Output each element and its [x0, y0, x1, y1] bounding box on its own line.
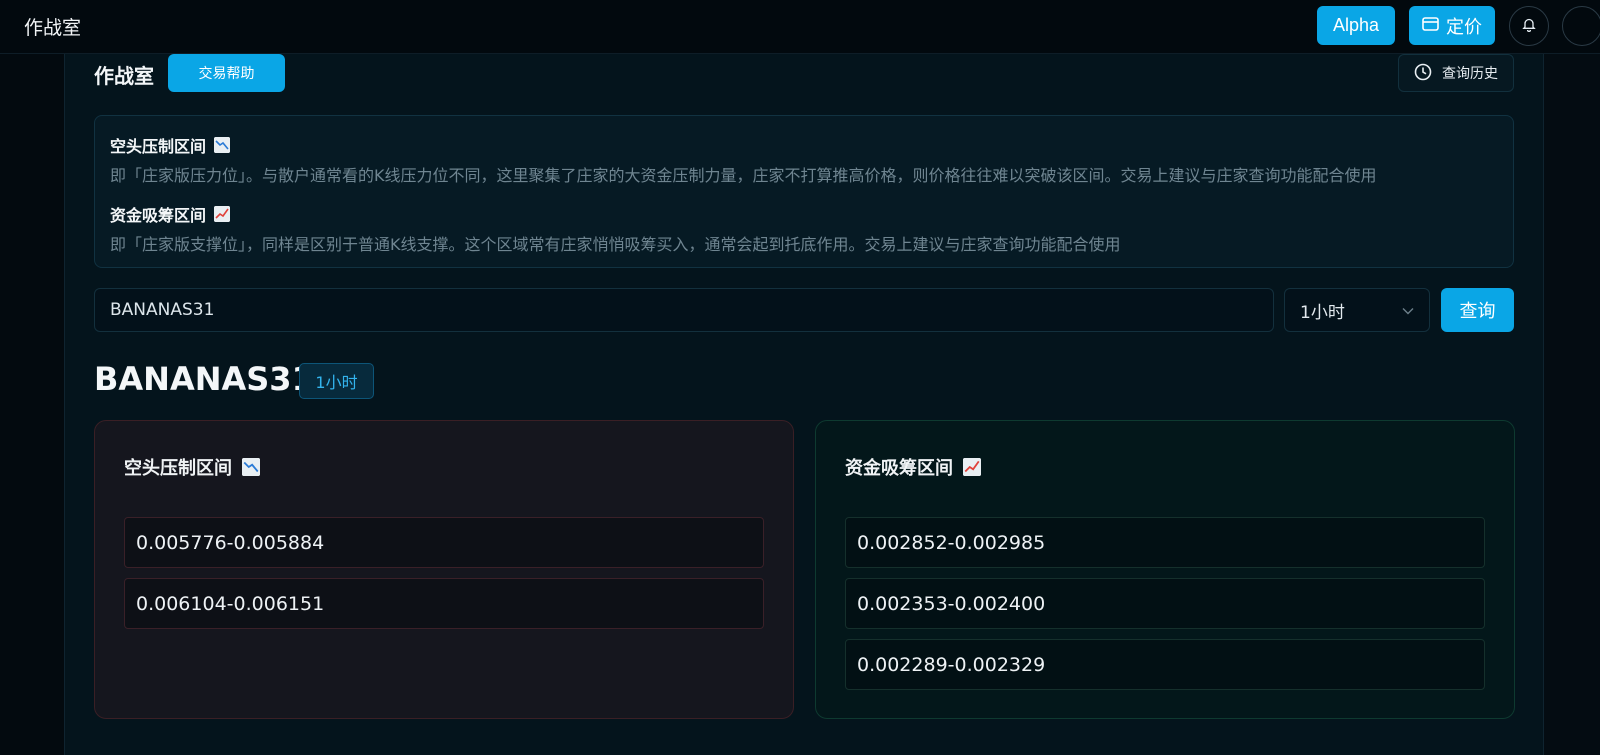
notification-button[interactable]: [1509, 6, 1549, 46]
chevron-down-icon: [1402, 300, 1414, 320]
trading-help-label: 交易帮助: [198, 65, 255, 81]
card-icon: [1422, 15, 1439, 36]
left-gutter: [0, 54, 64, 755]
short-zone-heading: 空头压制区间: [110, 133, 231, 157]
long-zone-heading: 资金吸筹区间: [110, 202, 231, 226]
long-range-row: 0.002852-0.002985: [845, 517, 1485, 568]
short-pressure-card: 空头压制区间 0.005776-0.005884 0.006104-0.0061…: [94, 420, 794, 719]
long-card-title-text: 资金吸筹区间: [845, 458, 953, 479]
pricing-button-label: 定价: [1446, 16, 1482, 37]
timeframe-badge: 1小时: [299, 363, 374, 399]
alpha-button[interactable]: Alpha: [1317, 6, 1395, 45]
top-bar: 作战室 Alpha 定价: [0, 0, 1600, 54]
query-history-button[interactable]: 查询历史: [1398, 54, 1514, 92]
info-box: 空头压制区间 即「庄家版压力位」。与散户通常看的K线压力位不同，这里聚集了庄家的…: [94, 115, 1514, 268]
pricing-button[interactable]: 定价: [1409, 6, 1495, 45]
short-zone-description: 即「庄家版压力位」。与散户通常看的K线压力位不同，这里聚集了庄家的大资金压制力量…: [110, 166, 1377, 185]
clock-icon: [1414, 63, 1432, 84]
long-range-row: 0.002289-0.002329: [845, 639, 1485, 690]
long-card-title: 资金吸筹区间: [845, 454, 981, 480]
bell-icon: [1522, 17, 1536, 36]
app-title: 作战室: [24, 17, 82, 39]
long-zone-description: 即「庄家版支撑位」，同样是区别于普通K线支撑。这个区域常有庄家悄悄吸筹买入，通常…: [110, 235, 1121, 254]
trading-help-button[interactable]: 交易帮助: [168, 54, 285, 92]
page-title: 作战室: [94, 64, 154, 88]
accumulation-card: 资金吸筹区间 0.002852-0.002985 0.002353-0.0024…: [815, 420, 1515, 719]
chart-increasing-icon: [963, 458, 981, 476]
avatar[interactable]: [1562, 6, 1600, 46]
short-range-row: 0.005776-0.005884: [124, 517, 764, 568]
query-button[interactable]: 查询: [1441, 288, 1514, 332]
chart-decreasing-icon: [214, 137, 231, 153]
short-card-title-text: 空头压制区间: [124, 458, 232, 479]
short-range-row: 0.006104-0.006151: [124, 578, 764, 629]
short-card-title: 空头压制区间: [124, 454, 260, 480]
symbol-search-input[interactable]: [94, 288, 1274, 332]
chart-increasing-icon: [214, 206, 231, 222]
query-history-label: 查询历史: [1442, 65, 1498, 81]
short-zone-heading-text: 空头压制区间: [110, 137, 207, 156]
timeframe-select-value: 1小时: [1300, 302, 1345, 323]
query-button-label: 查询: [1459, 301, 1496, 321]
long-zone-heading-text: 资金吸筹区间: [110, 206, 207, 225]
long-range-row: 0.002353-0.002400: [845, 578, 1485, 629]
timeframe-select[interactable]: 1小时: [1284, 288, 1430, 332]
chart-decreasing-icon: [242, 458, 260, 476]
alpha-button-label: Alpha: [1332, 15, 1380, 35]
result-symbol: BANANAS31: [94, 360, 314, 398]
